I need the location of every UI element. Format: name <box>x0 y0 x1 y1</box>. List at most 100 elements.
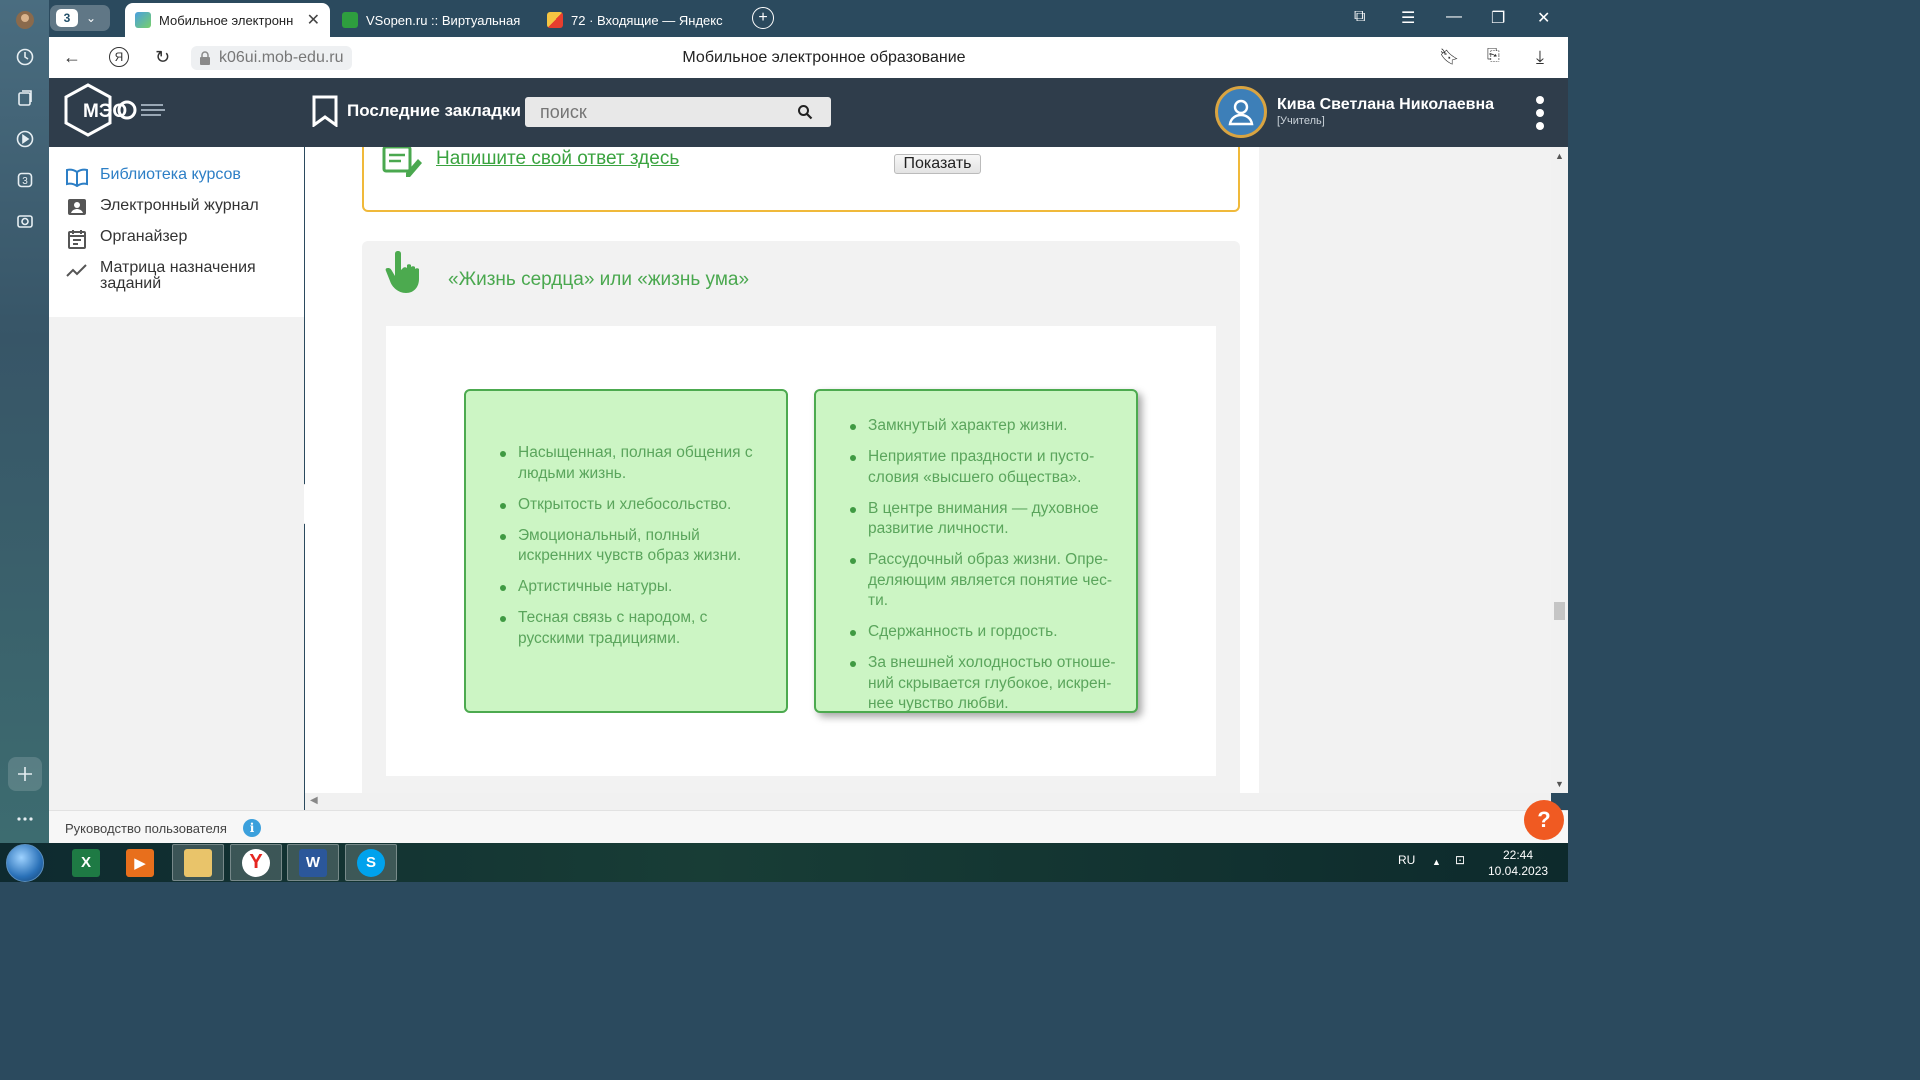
scroll-left-icon[interactable]: ◀ <box>310 795 318 806</box>
tab-vsopen[interactable]: VSopen.ru :: Виртуальная ш <box>332 3 532 37</box>
list-item: За внешней холодностью отноше­ний скрыва… <box>850 653 1126 711</box>
right-pane <box>1259 147 1551 793</box>
lock-icon <box>200 51 210 65</box>
user-avatar[interactable] <box>1215 86 1267 138</box>
start-button[interactable] <box>6 844 44 882</box>
chevron-down-icon: ⌄ <box>86 11 97 25</box>
user-name[interactable]: Кива Светлана Николаевна <box>1277 96 1494 114</box>
word-icon: W <box>299 848 327 877</box>
add-panel-icon[interactable] <box>8 757 42 791</box>
screenshot-icon[interactable] <box>8 204 42 238</box>
nav-label: Библиотека курсов <box>100 166 241 183</box>
info-icon[interactable]: i <box>243 819 261 837</box>
write-answer-link[interactable]: Напишите свой ответ здесь <box>436 148 679 170</box>
excel-icon: X <box>72 848 100 877</box>
menu-icon[interactable]: ☰ <box>1401 8 1415 28</box>
play-icon[interactable] <box>8 122 42 156</box>
taskbar-explorer[interactable] <box>172 844 224 881</box>
left-nav-panel: Библиотека курсов Электронный журнал Орг… <box>49 147 304 810</box>
media-player-icon: ▶ <box>126 848 154 877</box>
search-input[interactable] <box>525 97 785 127</box>
notebook-pencil-icon <box>382 147 422 177</box>
close-icon[interactable]: ✕ <box>307 10 320 30</box>
meo-logo[interactable]: МЭО <box>63 82 173 140</box>
tab-yandex-mail[interactable]: 72 · Входящие — Яндекс Г <box>537 3 737 37</box>
site-favicon-icon <box>135 12 151 28</box>
tab-title: VSopen.ru :: Виртуальная ш <box>366 12 522 28</box>
taskbar-skype[interactable]: S <box>345 844 397 881</box>
main-content: Напишите свой ответ здесь Показать «Жизн… <box>305 147 1259 793</box>
restore-icon[interactable]: ❐ <box>1491 8 1505 28</box>
scroll-up-icon[interactable]: ▲ <box>1555 151 1564 161</box>
skype-icon: S <box>357 848 385 877</box>
tab-group-counter[interactable]: 3 ⌄ <box>50 5 110 31</box>
nav-item-e-journal[interactable]: Электронный журнал <box>49 198 304 218</box>
taskbar-word[interactable]: W <box>287 844 339 881</box>
main-menu: Библиотека курсов Электронный журнал Орг… <box>49 147 304 317</box>
search-box <box>525 97 831 127</box>
reader-icon[interactable]: ⎘ <box>1487 47 1500 65</box>
list-item: Замкнутый характер жизни. <box>850 416 1126 437</box>
network-icon[interactable]: ⊡ <box>1455 853 1465 867</box>
vertical-scrollbar[interactable]: ▲ ▼ <box>1551 147 1568 793</box>
address-bar: Мобильное электронное образование ← Я ↻ … <box>49 37 1568 78</box>
more-dots-icon[interactable] <box>8 802 42 836</box>
collections-icon[interactable] <box>8 81 42 115</box>
user-guide-link[interactable]: Руководство пользователя <box>65 821 227 836</box>
list-item: В центре внимания — духовное развитие ли… <box>850 499 1126 540</box>
nav-item-course-library[interactable]: Библиотека курсов <box>49 167 304 187</box>
nav-label: Органайзер <box>100 228 188 245</box>
clock-date: 10.04.2023 <box>1488 864 1549 878</box>
recent-bookmarks[interactable]: Последние закладки <box>311 95 521 127</box>
windows-taskbar: X ▶ Y W S RU ▲ ⊡ 22:44 10.04.2023 <box>0 843 1568 882</box>
bookmark-icon[interactable]: 🔖︎ <box>1439 47 1459 67</box>
scroll-down-icon[interactable]: ▼ <box>1555 779 1564 789</box>
clock[interactable]: 22:44 10.04.2023 <box>1488 847 1548 879</box>
browser-sidebar: 3 <box>0 0 49 843</box>
reload-icon[interactable]: ↻ <box>155 47 170 68</box>
taskbar-yandex-browser[interactable]: Y <box>230 844 282 881</box>
nav-item-task-matrix[interactable]: Матрица назначения заданий <box>49 260 304 292</box>
new-tab-icon[interactable]: + <box>752 7 774 29</box>
kebab-menu-icon[interactable] <box>1535 96 1545 130</box>
tab-active[interactable]: Мобильное электронно ✕ <box>125 3 330 37</box>
user-role: [Учитель] <box>1277 115 1325 127</box>
taskbar-media[interactable]: ▶ <box>114 844 166 881</box>
chart-line-icon <box>66 264 87 277</box>
tab-title: Мобильное электронно <box>159 12 293 28</box>
show-button[interactable]: Показать <box>894 154 981 174</box>
tabs-counter-icon[interactable]: 3 <box>8 163 42 197</box>
journal-icon <box>68 199 86 215</box>
close-window-icon[interactable]: ✕ <box>1537 8 1550 28</box>
horizontal-scrollbar[interactable]: ◀ <box>305 793 1551 810</box>
book-icon <box>66 168 88 187</box>
url-field[interactable]: k06ui.mob-edu.ru <box>191 46 352 70</box>
search-icon[interactable] <box>797 104 813 120</box>
tray-expand-icon[interactable]: ▲ <box>1432 857 1441 867</box>
back-arrow-icon[interactable]: ← <box>63 47 81 68</box>
history-icon[interactable] <box>8 40 42 74</box>
list-item: Насыщенная, полная общения с людьми жизн… <box>500 443 766 484</box>
nav-label: Матрица назначения заданий <box>100 259 256 292</box>
scroll-thumb[interactable] <box>1554 602 1565 620</box>
list-item: Тесная связь с народом, с русскими тради… <box>500 608 766 649</box>
tab-count: 3 <box>56 9 78 27</box>
minimize-icon[interactable]: — <box>1446 8 1462 26</box>
list-item: Неприятие праздности и пусто­словия «выс… <box>850 447 1126 488</box>
bookmarks-panel-icon[interactable]: ⧉ <box>1354 8 1365 26</box>
footer: Руководство пользователя i <box>49 810 1568 843</box>
mind-life-card: Замкнутый характер жизни. Неприятие праз… <box>814 389 1138 713</box>
answer-box: Напишите свой ответ здесь Показать <box>362 147 1240 212</box>
language-indicator[interactable]: RU <box>1398 853 1415 867</box>
taskbar-excel[interactable]: X <box>60 844 112 881</box>
list-item: Артистичные натуры. <box>500 577 766 598</box>
yandex-logo-icon[interactable]: Я <box>109 47 129 67</box>
section-title: «Жизнь сердца» или «жизнь ума» <box>448 269 750 290</box>
help-button[interactable]: ? <box>1524 800 1564 840</box>
nav-item-organizer[interactable]: Органайзер <box>49 229 304 249</box>
pointing-hand-icon <box>385 251 419 293</box>
nav-label: Электронный журнал <box>100 197 259 214</box>
download-icon[interactable]: ⤓ <box>1536 47 1544 68</box>
calendar-icon <box>68 230 86 249</box>
site-header: МЭО Последние закладки Кива Светлана Ник… <box>49 78 1568 147</box>
